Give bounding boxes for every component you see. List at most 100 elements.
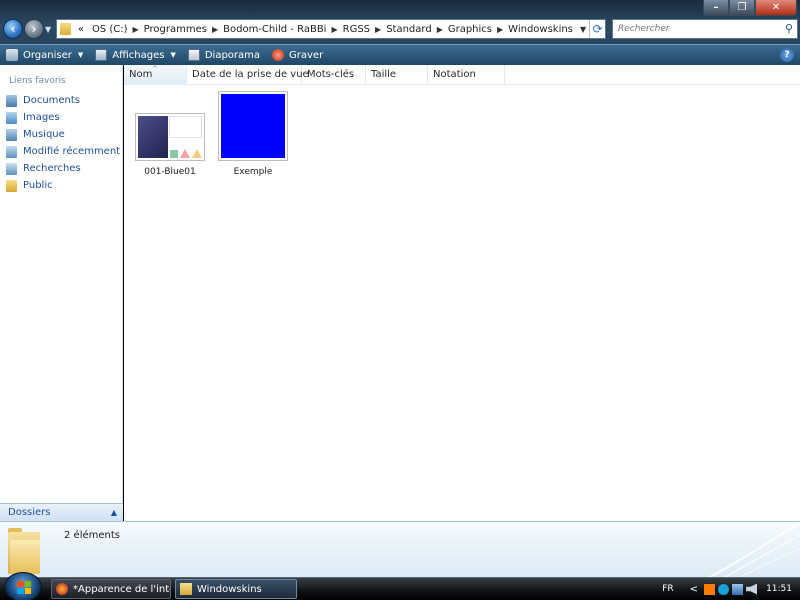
tray-app-icon[interactable] [704, 583, 716, 595]
column-header-name[interactable]: ^ Nom [124, 65, 187, 85]
file-name: 001-Blue01 [144, 167, 196, 177]
chevron-down-icon: ▼ [170, 51, 176, 59]
breadcrumb-os-c[interactable]: OS (C:) [88, 24, 132, 35]
start-button[interactable] [4, 572, 42, 600]
network-icon[interactable] [732, 583, 744, 595]
sidebar-item-label: Documents [23, 95, 81, 106]
system-tray: FR < 11:51 [662, 578, 800, 600]
column-headers: ^ Nom Date de la prise de vue Mots-clés … [124, 65, 800, 85]
breadcrumb-standard[interactable]: Standard [382, 24, 436, 35]
back-button[interactable]: ‹ [3, 19, 23, 39]
recent-pages-dropdown[interactable]: ▼ [45, 25, 51, 34]
taskbar-button-windowskins[interactable]: Windowskins [175, 579, 297, 599]
sidebar-item-label: Public [23, 180, 53, 191]
chevron-right-icon[interactable]: ▶ [211, 25, 219, 34]
organiser-label: Organiser [23, 49, 72, 61]
chevron-up-icon: ▲ [110, 508, 117, 517]
chevron-right-icon[interactable]: ▶ [496, 25, 504, 34]
file-item[interactable]: Exemple [213, 89, 293, 177]
sidebar-item-label: Recherches [23, 163, 81, 174]
graver-label: Graver [289, 49, 324, 61]
folders-toggle[interactable]: Dossiers ▲ [0, 503, 123, 521]
window-chrome: – ❐ ✕ ‹ › ▼ « OS (C:) ▶ Programmes ▶ Bod… [0, 0, 800, 65]
forward-button[interactable]: › [24, 19, 44, 39]
file-thumbnail [134, 89, 206, 161]
diaporama-button[interactable]: Diaporama [182, 45, 266, 66]
taskbar-button-firefox[interactable]: *Apparence de l'inte... [51, 579, 171, 599]
column-header-label: Nom [129, 69, 153, 80]
breadcrumb-bodom-child[interactable]: Bodom-Child - RaBBi [219, 24, 330, 35]
minimize-button[interactable]: – [703, 0, 729, 16]
sort-ascending-icon: ^ [152, 65, 158, 73]
maximize-button[interactable]: ❐ [729, 0, 755, 16]
task-label: Windowskins [197, 583, 262, 595]
sidebar-item-documents[interactable]: Documents [0, 92, 122, 109]
search-input[interactable] [613, 20, 773, 38]
graver-button[interactable]: Graver [266, 45, 329, 66]
close-button[interactable]: ✕ [755, 0, 797, 16]
chevron-right-icon[interactable]: ▶ [132, 25, 140, 34]
sidebar-item-recherches[interactable]: Recherches [0, 160, 122, 177]
volume-icon[interactable] [746, 583, 758, 595]
search-box[interactable]: ⚲ [612, 19, 798, 39]
item-count: 2 éléments [64, 530, 120, 541]
breadcrumb-programmes[interactable]: Programmes [140, 24, 211, 35]
breadcrumb-graphics[interactable]: Graphics [444, 24, 496, 35]
file-name: Exemple [233, 167, 273, 177]
music-icon [6, 128, 17, 141]
window-controls: – ❐ ✕ [703, 0, 797, 16]
file-list: 001-Blue01 Exemple [130, 89, 296, 177]
burn-disc-icon [272, 49, 285, 61]
documents-icon [6, 94, 17, 107]
file-item[interactable]: 001-Blue01 [130, 89, 210, 177]
column-header-label: Taille [371, 69, 397, 80]
folder-icon [180, 583, 192, 595]
details-pane: 2 éléments [0, 521, 800, 577]
command-bar: Organiser ▼ Affichages ▼ Diaporama Grave… [0, 44, 800, 65]
clock[interactable]: 11:51 [766, 584, 792, 594]
windowskin-thumbnail [135, 113, 205, 161]
decorative-swoosh [690, 521, 800, 577]
searches-icon [6, 162, 17, 175]
breadcrumb-rgss[interactable]: RGSS [339, 24, 374, 35]
firefox-icon [56, 583, 68, 595]
search-icon[interactable]: ⚲ [785, 22, 793, 35]
organiser-button[interactable]: Organiser ▼ [0, 45, 89, 66]
chevron-left-icon[interactable]: < [690, 584, 698, 595]
affichages-button[interactable]: Affichages ▼ [89, 45, 182, 66]
refresh-icon[interactable]: ⟳ [589, 20, 605, 38]
column-header-label: Mots-clés [307, 69, 355, 80]
sidebar-item-public[interactable]: Public [0, 177, 122, 194]
blue-image-thumbnail [218, 91, 288, 161]
column-header-date[interactable]: Date de la prise de vue [187, 65, 309, 85]
breadcrumb-windowskins[interactable]: Windowskins [504, 24, 577, 35]
tray-app-icon[interactable] [718, 583, 730, 595]
sidebar-item-label: Images [23, 112, 60, 123]
chevron-right-icon[interactable]: ▶ [330, 25, 338, 34]
language-indicator[interactable]: FR [662, 584, 673, 594]
folder-icon [8, 528, 40, 574]
column-header-keywords[interactable]: Mots-clés [302, 65, 366, 85]
views-icon [95, 49, 108, 61]
taskbar: *Apparence de l'inte... Windowskins FR <… [0, 572, 800, 600]
navigation-row: ‹ › ▼ « OS (C:) ▶ Programmes ▶ Bodom-Chi… [0, 17, 800, 41]
column-header-label: Notation [433, 69, 476, 80]
file-view[interactable]: ^ Nom Date de la prise de vue Mots-clés … [124, 65, 800, 521]
organize-icon [6, 49, 18, 61]
favorite-links-heading: Liens favoris [9, 76, 66, 86]
help-icon[interactable]: ? [780, 48, 794, 62]
recent-icon [6, 145, 17, 158]
column-header-size[interactable]: Taille [366, 65, 428, 85]
chevron-right-icon[interactable]: ▶ [436, 25, 444, 34]
chevron-down-icon[interactable]: ▼ [577, 25, 589, 34]
chevron-right-icon[interactable]: ▶ [374, 25, 382, 34]
address-bar[interactable]: « OS (C:) ▶ Programmes ▶ Bodom-Child - R… [56, 19, 606, 39]
sidebar-item-label: Musique [23, 129, 65, 140]
sidebar-item-musique[interactable]: Musique [0, 126, 122, 143]
sidebar-item-images[interactable]: Images [0, 109, 122, 126]
navigation-pane: Liens favoris Documents Images Musique M… [0, 65, 123, 503]
sidebar-item-recent[interactable]: Modifié récemment [0, 143, 122, 160]
breadcrumb-overflow[interactable]: « [74, 24, 88, 35]
column-header-rating[interactable]: Notation [428, 65, 505, 85]
diaporama-label: Diaporama [204, 49, 261, 61]
